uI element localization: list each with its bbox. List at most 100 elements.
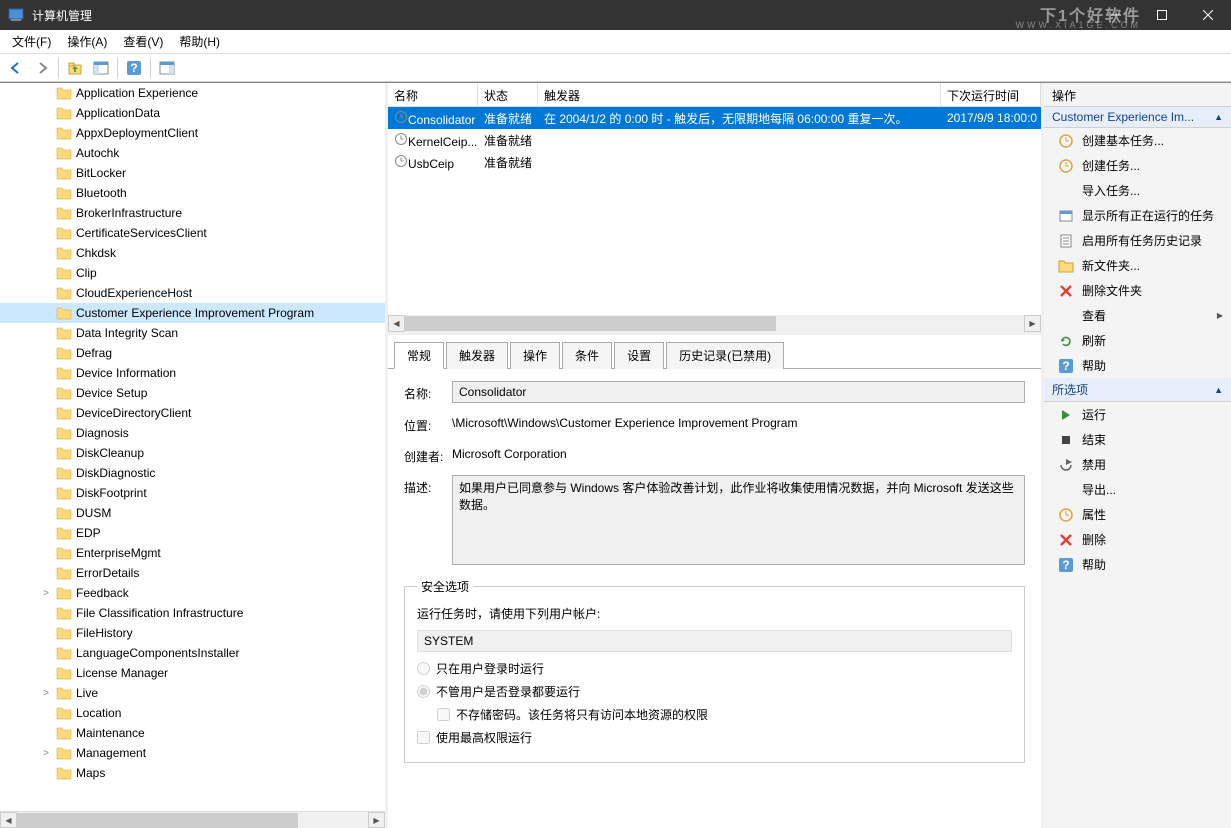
expand-icon[interactable]: > xyxy=(40,748,52,759)
action-label: 禁用 xyxy=(1082,456,1106,473)
maximize-button[interactable] xyxy=(1139,0,1185,30)
menu-file[interactable]: 文件(F) xyxy=(4,31,59,52)
action-item[interactable]: 创建基本任务... xyxy=(1044,128,1231,153)
tree-item[interactable]: Application Experience xyxy=(0,83,385,103)
tree-item[interactable]: Device Information xyxy=(0,363,385,383)
action-item[interactable]: ?帮助 xyxy=(1044,552,1231,577)
up-button[interactable] xyxy=(63,56,87,80)
tree-item[interactable]: Maintenance xyxy=(0,723,385,743)
tree-item[interactable]: > Live xyxy=(0,683,385,703)
tree-item[interactable]: Location xyxy=(0,703,385,723)
action-item[interactable]: 导出... xyxy=(1044,477,1231,502)
close-button[interactable] xyxy=(1185,0,1231,30)
tree-item[interactable]: Maps xyxy=(0,763,385,783)
tree-item[interactable]: BitLocker xyxy=(0,163,385,183)
tree-item[interactable]: FileHistory xyxy=(0,623,385,643)
col-name[interactable]: 名称 xyxy=(388,83,478,106)
toolbar-separator xyxy=(150,58,151,78)
tree-item[interactable]: Defrag xyxy=(0,343,385,363)
menu-action[interactable]: 操作(A) xyxy=(59,31,115,52)
task-row[interactable]: UsbCeip准备就绪 xyxy=(388,151,1041,173)
tree-item[interactable]: CloudExperienceHost xyxy=(0,283,385,303)
show-hide-tree-button[interactable] xyxy=(89,56,113,80)
tree-item[interactable]: ErrorDetails xyxy=(0,563,385,583)
tree-item[interactable]: ApplicationData xyxy=(0,103,385,123)
detail-body: 名称: 位置: \Microsoft\Windows\Customer Expe… xyxy=(388,369,1041,828)
action-item[interactable]: 禁用 xyxy=(1044,452,1231,477)
expand-icon[interactable]: > xyxy=(40,688,52,699)
tree-item[interactable]: Bluetooth xyxy=(0,183,385,203)
scroll-right-arrow[interactable]: ▶ xyxy=(368,812,385,828)
help-button[interactable]: ? xyxy=(122,56,146,80)
tree-item[interactable]: Diagnosis xyxy=(0,423,385,443)
back-button[interactable] xyxy=(4,56,28,80)
task-row[interactable]: KernelCeip...准备就绪 xyxy=(388,129,1041,151)
toolbar-separator xyxy=(117,58,118,78)
tree-item[interactable]: Data Integrity Scan xyxy=(0,323,385,343)
show-hide-action-button[interactable] xyxy=(155,56,179,80)
security-legend: 安全选项 xyxy=(417,578,473,595)
action-item[interactable]: 新文件夹... xyxy=(1044,253,1231,278)
tree-item[interactable]: License Manager xyxy=(0,663,385,683)
toolbar: ? xyxy=(0,54,1231,82)
tree-item[interactable]: BrokerInfrastructure xyxy=(0,203,385,223)
action-item[interactable]: 导入任务... xyxy=(1044,178,1231,203)
tree-item[interactable]: > Feedback xyxy=(0,583,385,603)
tree-item[interactable]: DUSM xyxy=(0,503,385,523)
tree-item[interactable]: Clip xyxy=(0,263,385,283)
detail-tab[interactable]: 设置 xyxy=(614,342,664,369)
detail-tab[interactable]: 条件 xyxy=(562,342,612,369)
action-item[interactable]: 属性 xyxy=(1044,502,1231,527)
col-status[interactable]: 状态 xyxy=(478,83,538,106)
folder-icon xyxy=(56,746,72,760)
tree-item-label: Live xyxy=(76,686,98,700)
action-item[interactable]: ?帮助 xyxy=(1044,353,1231,378)
action-label: 帮助 xyxy=(1082,556,1106,573)
detail-tab[interactable]: 触发器 xyxy=(446,342,508,369)
action-item[interactable]: 查看▶ xyxy=(1044,303,1231,328)
tree-item[interactable]: Autochk xyxy=(0,143,385,163)
task-name-input[interactable] xyxy=(452,381,1025,403)
menu-help[interactable]: 帮助(H) xyxy=(171,31,228,52)
action-item[interactable]: 启用所有任务历史记录 xyxy=(1044,228,1231,253)
task-list-scrollbar[interactable]: ◀ ▶ xyxy=(388,315,1041,332)
tree-item[interactable]: AppxDeploymentClient xyxy=(0,123,385,143)
detail-tab[interactable]: 操作 xyxy=(510,342,560,369)
detail-tab[interactable]: 历史记录(已禁用) xyxy=(666,342,784,369)
tree-item[interactable]: DiskFootprint xyxy=(0,483,385,503)
tree-item[interactable]: CertificateServicesClient xyxy=(0,223,385,243)
scroll-left-arrow[interactable]: ◀ xyxy=(0,812,17,828)
minimize-button[interactable] xyxy=(1093,0,1139,30)
actions-section-2[interactable]: 所选项▲ xyxy=(1044,378,1231,402)
tree-item[interactable]: EDP xyxy=(0,523,385,543)
tree-item[interactable]: EnterpriseMgmt xyxy=(0,543,385,563)
tree-item[interactable]: DiskCleanup xyxy=(0,443,385,463)
tree-item[interactable]: Chkdsk xyxy=(0,243,385,263)
action-item[interactable]: 结束 xyxy=(1044,427,1231,452)
tree-item[interactable]: DeviceDirectoryClient xyxy=(0,403,385,423)
scroll-thumb[interactable] xyxy=(17,813,298,828)
action-item[interactable]: 创建任务... xyxy=(1044,153,1231,178)
action-item[interactable]: 删除文件夹 xyxy=(1044,278,1231,303)
col-nextrun[interactable]: 下次运行时间 xyxy=(941,83,1041,106)
tree-item-label: Feedback xyxy=(76,586,129,600)
menu-view[interactable]: 查看(V) xyxy=(115,31,171,52)
action-item[interactable]: 运行 xyxy=(1044,402,1231,427)
task-description[interactable] xyxy=(452,475,1025,565)
action-item[interactable]: 刷新 xyxy=(1044,328,1231,353)
action-item[interactable]: 删除 xyxy=(1044,527,1231,552)
tree-item[interactable]: DiskDiagnostic xyxy=(0,463,385,483)
col-trigger[interactable]: 触发器 xyxy=(538,83,941,106)
tree-item[interactable]: Device Setup xyxy=(0,383,385,403)
tree-item[interactable]: File Classification Infrastructure xyxy=(0,603,385,623)
expand-icon[interactable]: > xyxy=(40,588,52,599)
tree-item[interactable]: >Management xyxy=(0,743,385,763)
tree-item[interactable]: LanguageComponentsInstaller xyxy=(0,643,385,663)
forward-button[interactable] xyxy=(30,56,54,80)
actions-section-1[interactable]: Customer Experience Im...▲ xyxy=(1044,107,1231,128)
tree-horizontal-scrollbar[interactable]: ◀ ▶ xyxy=(0,811,385,828)
detail-tab[interactable]: 常规 xyxy=(394,342,444,369)
task-row[interactable]: Consolidator准备就绪在 2004/1/2 的 0:00 时 - 触发… xyxy=(388,107,1041,129)
tree-item[interactable]: Customer Experience Improvement Program xyxy=(0,303,385,323)
action-item[interactable]: 显示所有正在运行的任务 xyxy=(1044,203,1231,228)
